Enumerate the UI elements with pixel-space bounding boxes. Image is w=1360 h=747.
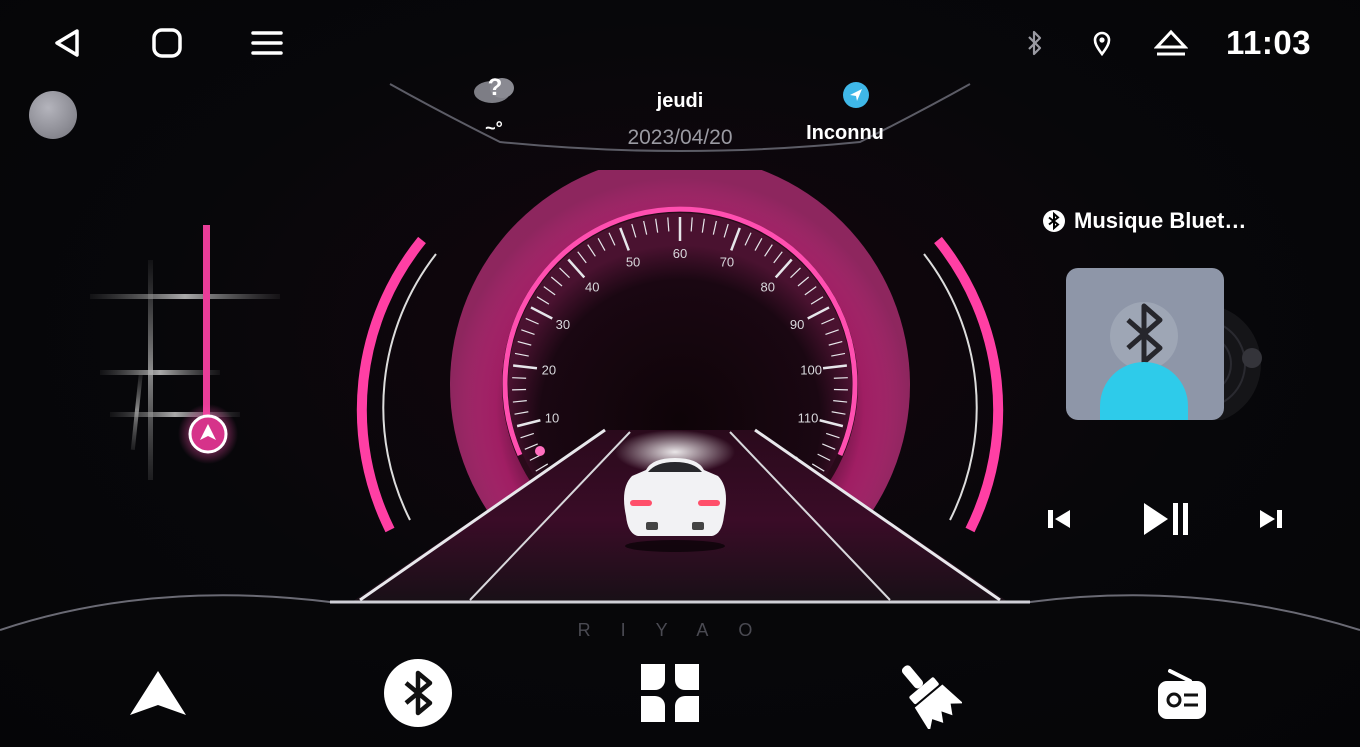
dock-cleaner[interactable]: [886, 653, 966, 733]
back-button[interactable]: [46, 22, 88, 64]
speed-tick-label: 30: [556, 317, 570, 332]
weather-unknown-icon: ?: [474, 74, 514, 103]
speed-tick-label: 60: [673, 246, 687, 261]
speed-tick-label: 80: [761, 279, 775, 294]
music-source-button[interactable]: Musique Bluet…: [1042, 208, 1246, 234]
weather-widget[interactable]: ?: [472, 72, 518, 103]
home-screen: 11:03 ? ~° jeudi 2023/04/20 Inconnu 10 2…: [0, 0, 1360, 747]
next-button[interactable]: [1246, 494, 1296, 544]
speed-tick-label: 70: [720, 255, 734, 270]
speed-tick-label: 50: [626, 255, 640, 270]
play-pause-button[interactable]: [1136, 494, 1196, 544]
mini-map-widget[interactable]: [80, 220, 290, 490]
album-art-image: [1066, 268, 1262, 424]
back-icon: [55, 29, 79, 57]
eject-icon: [1154, 29, 1188, 56]
status-clock: 11:03: [1226, 24, 1312, 61]
home-button[interactable]: [146, 22, 188, 64]
speed-tick-label: 90: [790, 317, 804, 332]
speed-tick-label: 20: [542, 363, 556, 378]
dock-radio[interactable]: [1142, 653, 1222, 733]
brand-label: RIYAO: [577, 620, 783, 640]
home-icon: [152, 28, 182, 58]
speed-tick-label: 40: [585, 279, 599, 294]
mini-map: [90, 225, 280, 480]
weather-temperature: ~°: [485, 118, 503, 138]
music-title: Musique Bluet…: [1074, 208, 1247, 233]
svg-text:?: ?: [488, 74, 503, 101]
location-widget[interactable]: [841, 80, 871, 110]
speed-tick-label: 100: [800, 363, 822, 378]
bluetooth-circle-icon: [1043, 210, 1065, 232]
menu-icon: [251, 31, 283, 55]
location-pin-icon: [1093, 31, 1111, 56]
dock-bluetooth[interactable]: [378, 653, 458, 733]
menu-button[interactable]: [246, 22, 288, 64]
previous-button[interactable]: [1034, 494, 1084, 544]
dock-apps[interactable]: [630, 653, 710, 733]
speed-needle-dot: [535, 446, 545, 456]
bluetooth-icon: [384, 659, 452, 727]
navigation-icon: [130, 671, 186, 715]
play-pause-icon: [1144, 503, 1188, 535]
album-art[interactable]: [1066, 268, 1266, 424]
date-label: 2023/04/20: [627, 126, 733, 149]
next-icon: [1260, 510, 1282, 528]
assistant-button[interactable]: [29, 91, 77, 139]
apps-icon: [641, 664, 699, 722]
dashboard-curve: [0, 594, 1360, 660]
navigation-arrow-icon: [843, 82, 869, 108]
location-status: [1092, 22, 1112, 64]
bluetooth-status: [1026, 22, 1044, 64]
dock-navigation[interactable]: [118, 653, 198, 733]
speed-tick-label: 110: [798, 410, 819, 425]
eject-button[interactable]: [1154, 22, 1188, 64]
minor-tick: [833, 377, 848, 379]
radio-icon: [1158, 669, 1206, 719]
location-label: Inconnu: [806, 122, 884, 144]
previous-icon: [1048, 510, 1070, 528]
minor-tick: [512, 377, 527, 379]
speed-tick-label: 10: [545, 410, 559, 425]
bluetooth-icon: [1028, 30, 1042, 56]
cleaner-icon: [901, 665, 962, 729]
day-label: jeudi: [656, 90, 704, 112]
